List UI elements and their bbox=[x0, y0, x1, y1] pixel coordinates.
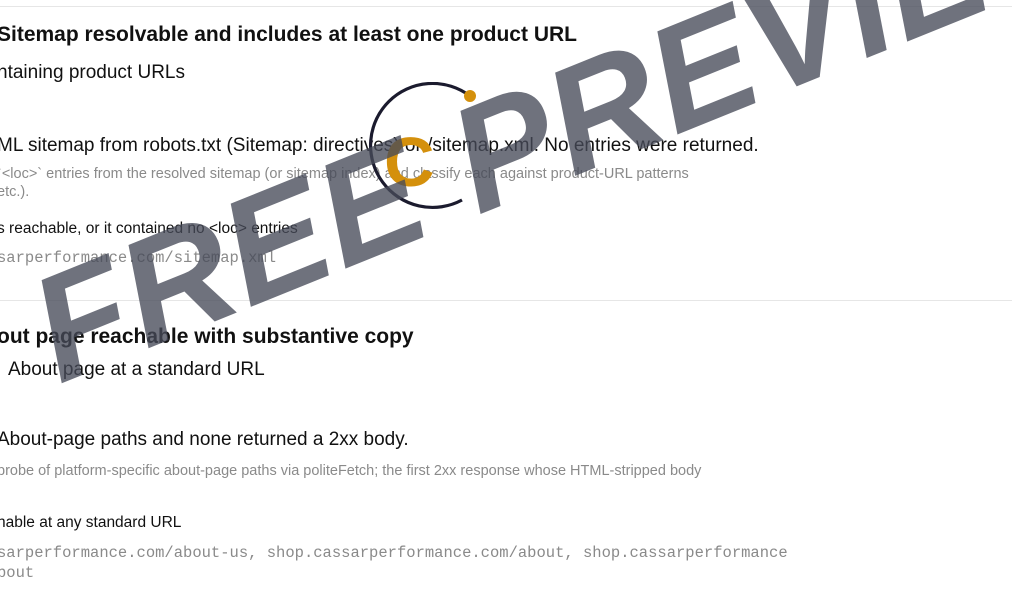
check-title: out page reachable with substantive copy bbox=[0, 325, 414, 348]
logo-dot bbox=[464, 90, 476, 102]
check-method: probe of platform-specific about-page pa… bbox=[0, 463, 702, 479]
brand-logo: C bbox=[368, 82, 476, 210]
section-divider bbox=[0, 300, 1012, 301]
check-title: Sitemap resolvable and includes at least… bbox=[0, 23, 577, 46]
check-method-line: etc.). bbox=[0, 184, 30, 200]
check-finding: ML sitemap from robots.txt (Sitemap: dir… bbox=[0, 135, 759, 156]
check-url-line: bout bbox=[0, 564, 35, 582]
check-method: `<loc>` entries from the resolved sitema… bbox=[0, 165, 1012, 201]
check-method-line: `<loc>` entries from the resolved sitema… bbox=[0, 166, 689, 182]
check-reason: s reachable, or it contained no <loc> en… bbox=[0, 220, 298, 237]
check-finding: About-page paths and none returned a 2xx… bbox=[0, 429, 409, 450]
check-reason: hable at any standard URL bbox=[0, 514, 182, 531]
check-subtitle: About page at a standard URL bbox=[8, 359, 265, 380]
check-urls: sarperformance.com/about-us, shop.cassar… bbox=[0, 543, 1012, 583]
check-urls: sarperformance.com/sitemap.xml bbox=[0, 249, 277, 267]
top-divider bbox=[0, 6, 1012, 7]
check-subtitle: ntaining product URLs bbox=[0, 62, 185, 83]
check-url-line: sarperformance.com/about-us, shop.cassar… bbox=[0, 544, 788, 562]
